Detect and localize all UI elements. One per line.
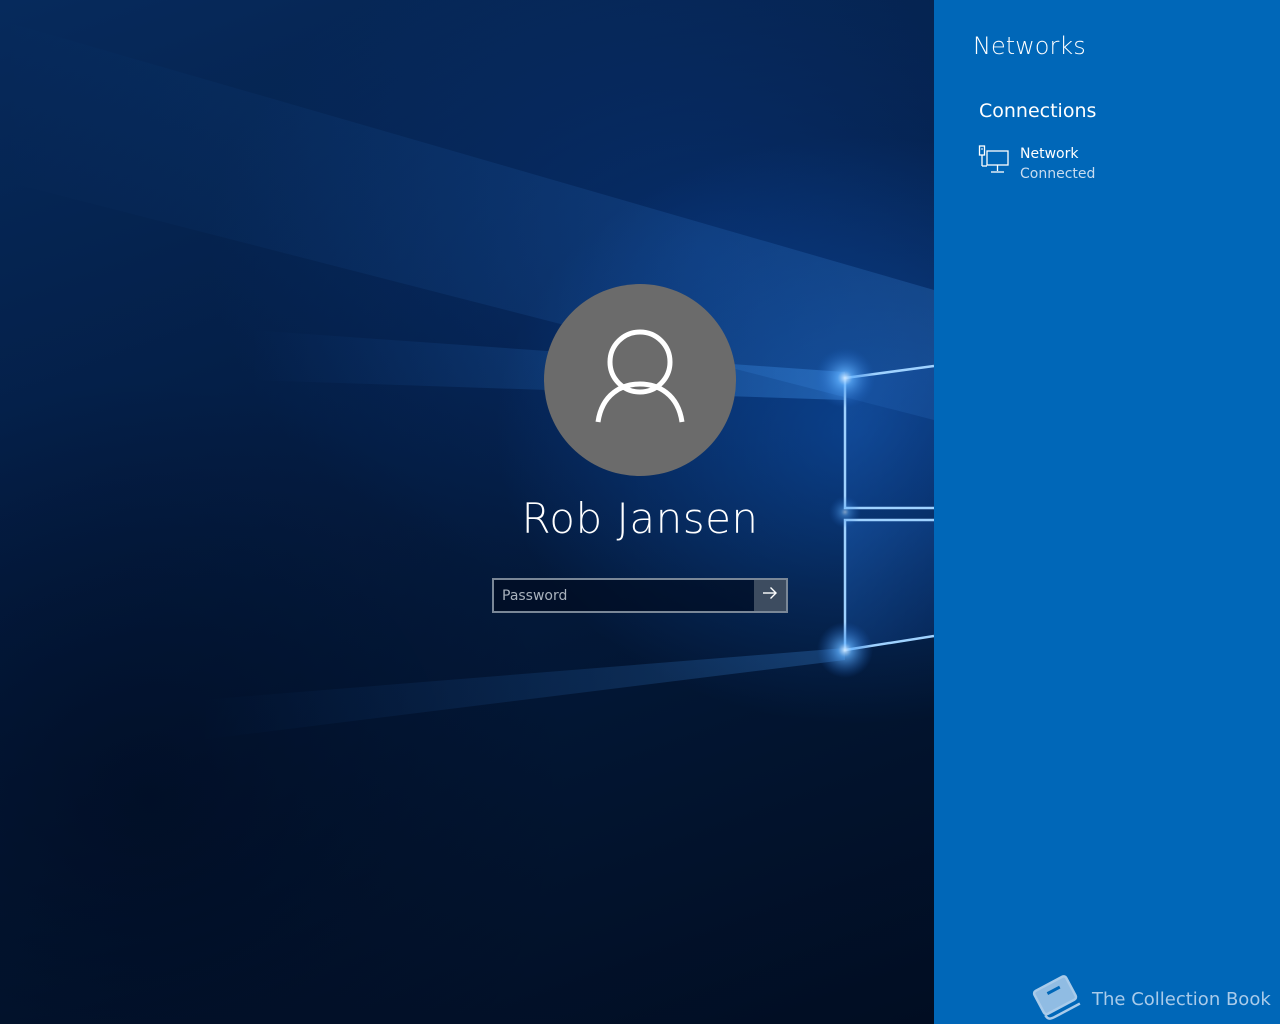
watermark: The Collection Book	[1030, 974, 1271, 1024]
arrow-right-icon	[762, 585, 778, 606]
connection-item-network[interactable]: Network Connected	[978, 144, 1258, 188]
connections-heading: Connections	[979, 100, 1097, 122]
user-name: Rob Jansen	[521, 494, 759, 543]
user-avatar	[544, 284, 736, 476]
watermark-text: The Collection Book	[1092, 989, 1271, 1010]
password-box	[492, 578, 788, 613]
user-silhouette-icon	[592, 328, 688, 433]
password-input[interactable]	[494, 580, 754, 611]
connection-name: Network	[1020, 146, 1079, 162]
connection-status: Connected	[1020, 166, 1096, 182]
flyout-title: Networks	[973, 32, 1086, 60]
book-icon	[1030, 974, 1082, 1024]
wired-network-icon	[978, 144, 1010, 176]
submit-button[interactable]	[754, 580, 786, 611]
lock-screen: Rob Jansen Networks Connections Network …	[0, 0, 1280, 1024]
networks-flyout: Networks Connections Network Connected T…	[934, 0, 1280, 1024]
connection-text: Network Connected	[1020, 144, 1095, 184]
